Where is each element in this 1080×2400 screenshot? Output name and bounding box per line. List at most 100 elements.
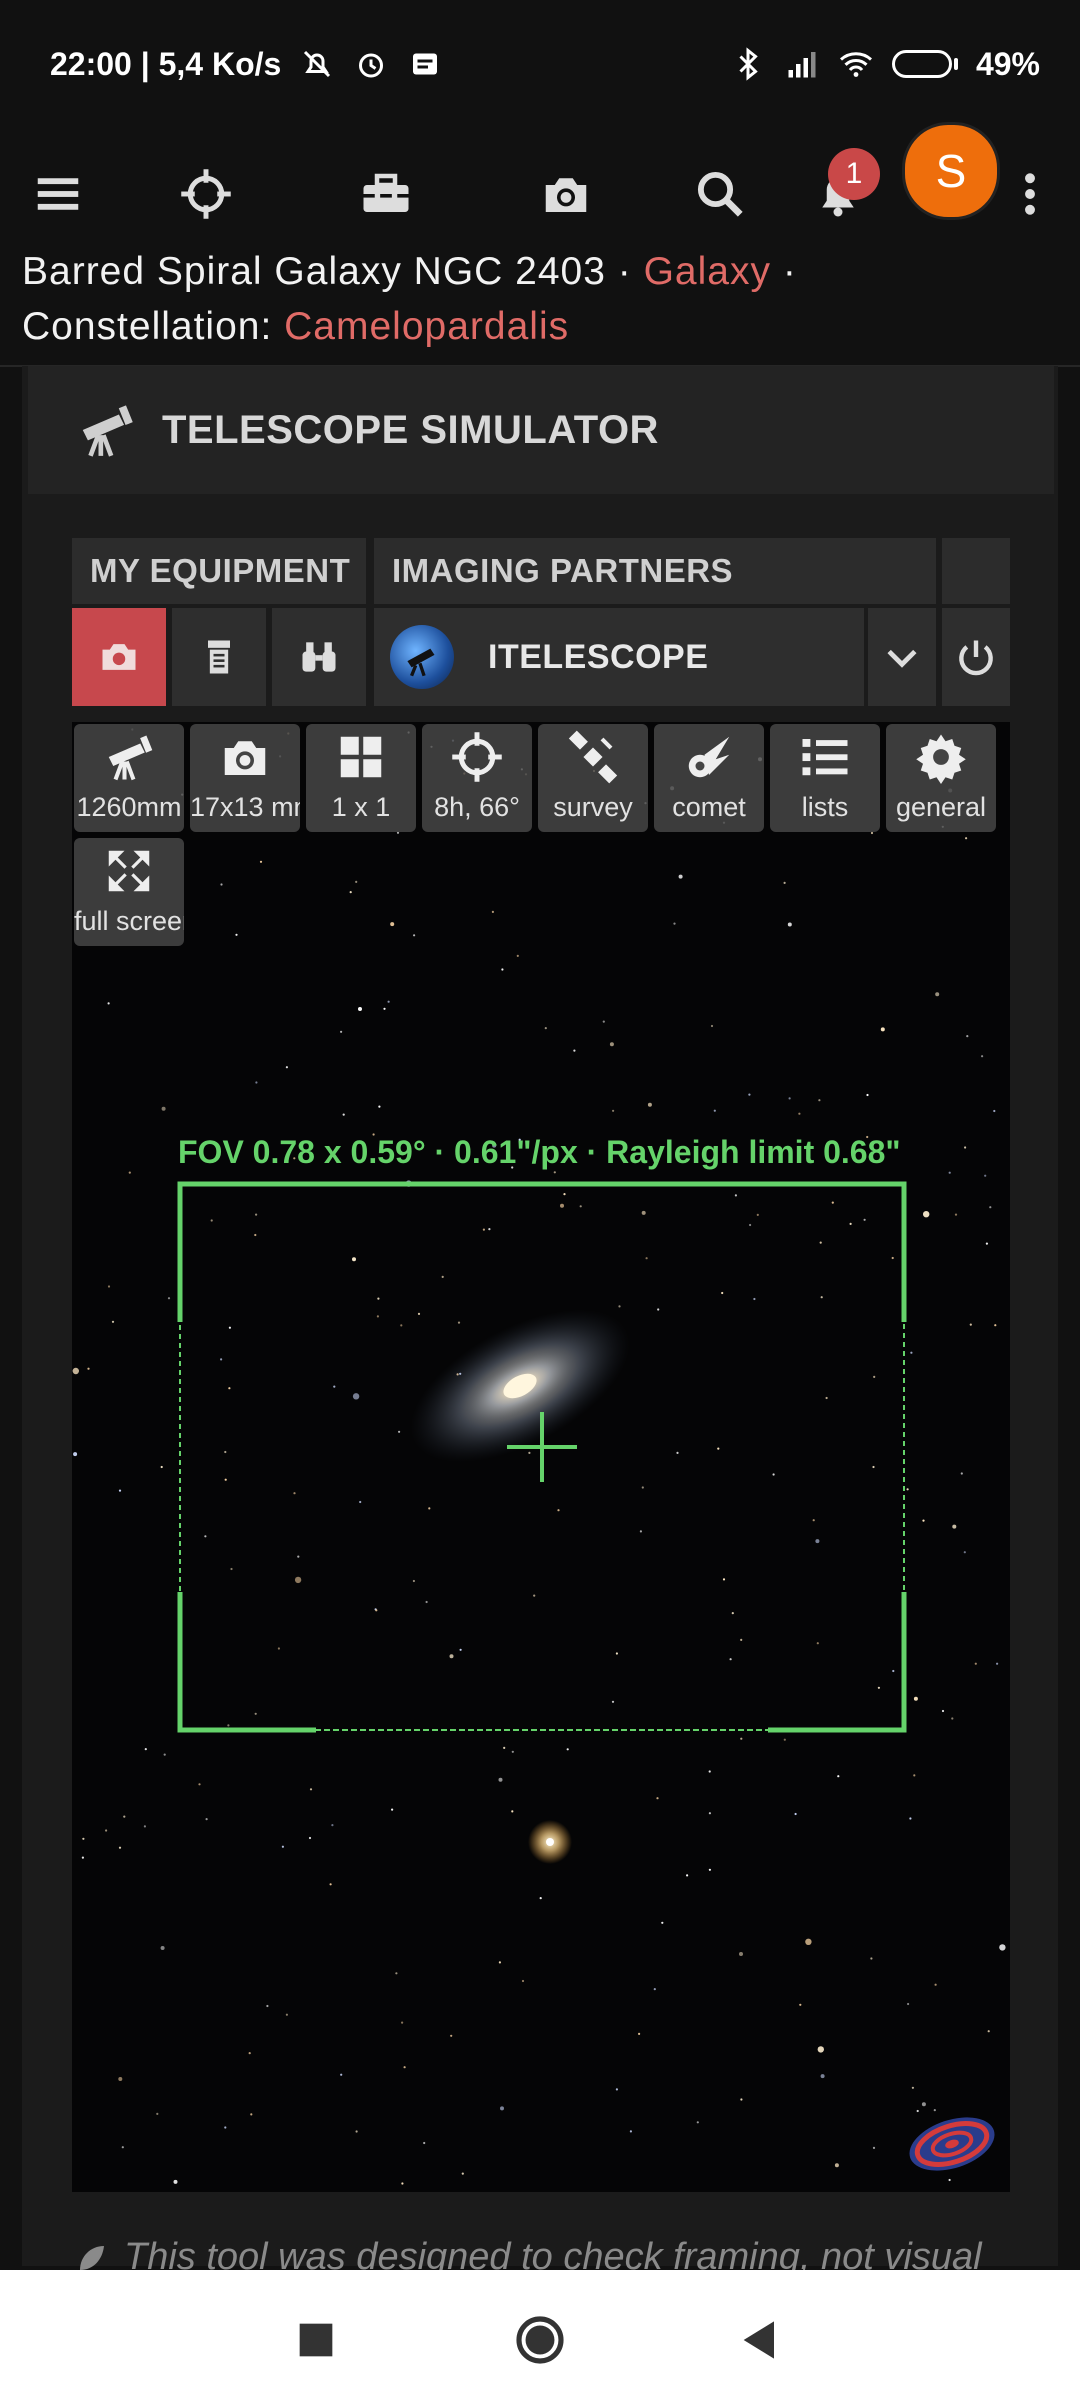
sky-view[interactable]: 1260mm 17x13 mm 1 x 1 8h, 66° survey com… [72, 722, 1010, 2192]
mosaic-button[interactable]: 1 x 1 [306, 724, 416, 832]
star [906, 1488, 909, 1491]
toolbox-icon[interactable] [346, 154, 426, 234]
survey-button[interactable]: survey [538, 724, 648, 832]
star [993, 1109, 996, 1113]
star [615, 1652, 619, 1655]
tab-spacer [942, 538, 1010, 604]
star [783, 1738, 786, 1741]
battery-icon [891, 50, 958, 78]
star [740, 2098, 743, 2101]
itelescope-logo-icon [390, 625, 454, 689]
star [358, 1007, 362, 1011]
general-settings-button[interactable]: general [886, 724, 996, 832]
star [498, 1777, 503, 1782]
circle-icon [516, 2316, 564, 2364]
star [118, 1846, 122, 1849]
power-button[interactable] [942, 608, 1010, 706]
mosaic-label: 1 x 1 [331, 792, 391, 822]
eyepiece-mode-button[interactable] [172, 608, 266, 706]
comet-button[interactable]: comet [654, 724, 764, 832]
chevron-down-icon [887, 649, 917, 668]
star [909, 1817, 912, 1820]
star [965, 837, 968, 840]
star [618, 1305, 621, 1308]
system-nav-bar [0, 2270, 1080, 2400]
star [872, 1465, 875, 1469]
survey-label: survey [553, 792, 633, 822]
star [913, 1774, 916, 1777]
tab-my-equipment[interactable]: MY EQUIPMENT [72, 538, 366, 604]
star [198, 1783, 201, 1786]
star [87, 1367, 90, 1370]
star [799, 2003, 802, 2006]
star [872, 2146, 876, 2149]
star [333, 1385, 336, 1388]
star [511, 1810, 514, 1813]
star [708, 1868, 712, 1871]
star [391, 1808, 394, 1811]
constellation-link[interactable]: Camelopardalis [284, 305, 569, 348]
partner-dropdown-button[interactable] [868, 608, 936, 706]
star [708, 1770, 711, 1773]
home-button[interactable] [500, 2300, 580, 2380]
star [966, 1035, 969, 1038]
simulator-panel-header[interactable]: TELESCOPE SIMULATOR [28, 366, 1054, 494]
star [254, 1233, 257, 1237]
recents-button[interactable] [276, 2300, 356, 2380]
star [72, 1367, 79, 1375]
status-time-speed: 22:00 | 5,4 Ko/s [50, 45, 282, 82]
comet-label: comet [672, 792, 746, 822]
comet-icon [654, 724, 764, 790]
star [815, 1539, 820, 1544]
tab-imaging-partners[interactable]: IMAGING PARTNERS [374, 538, 936, 604]
avatar[interactable]: S [902, 122, 1000, 220]
sensor-size-button[interactable]: 17x13 mm [190, 724, 300, 832]
camera-mode-button[interactable] [72, 608, 166, 706]
star [934, 1983, 937, 1986]
back-button[interactable] [720, 2300, 800, 2380]
star [359, 1500, 362, 1504]
crosshair-icon[interactable] [166, 154, 246, 234]
search-icon[interactable] [680, 154, 760, 234]
star [963, 1551, 966, 1554]
camera-icon[interactable] [526, 154, 606, 234]
full-screen-button[interactable]: full screen [74, 838, 184, 946]
star [308, 1836, 312, 1840]
star [224, 1450, 227, 1454]
target-position-button[interactable]: 8h, 66° [422, 724, 532, 832]
star [916, 2109, 919, 2113]
object-type-link[interactable]: Galaxy [644, 250, 771, 293]
constellation-label: Constellation: [22, 305, 285, 348]
star [377, 1297, 380, 1300]
star [673, 922, 676, 925]
simulator-title: TELESCOPE SIMULATOR [162, 407, 659, 452]
star [235, 933, 238, 936]
notifications-bell-icon[interactable]: 1 [798, 148, 880, 234]
star [837, 1775, 840, 1778]
star [528, 1451, 531, 1454]
imaging-partner-select[interactable]: ITELESCOPE [374, 608, 864, 706]
star [951, 1717, 954, 1720]
star [611, 1700, 615, 1703]
star [787, 922, 792, 927]
star [676, 1451, 679, 1454]
menu-icon[interactable] [18, 154, 98, 234]
binoculars-mode-button[interactable] [272, 608, 366, 706]
focal-length-button[interactable]: 1260mm [74, 724, 184, 832]
star [228, 1326, 231, 1329]
more-options-icon[interactable] [1000, 154, 1060, 234]
star [255, 1213, 258, 1216]
star [948, 2178, 951, 2182]
star [996, 1662, 999, 1665]
star [355, 2130, 358, 2133]
star [228, 1387, 231, 1390]
lists-button[interactable]: lists [770, 724, 880, 832]
camera-icon [102, 644, 136, 670]
star [412, 1579, 415, 1583]
star [641, 1486, 644, 1489]
star [156, 2112, 159, 2115]
lists-label: lists [801, 792, 849, 822]
star [573, 1049, 576, 1052]
star [396, 831, 400, 834]
star [629, 2130, 633, 2133]
